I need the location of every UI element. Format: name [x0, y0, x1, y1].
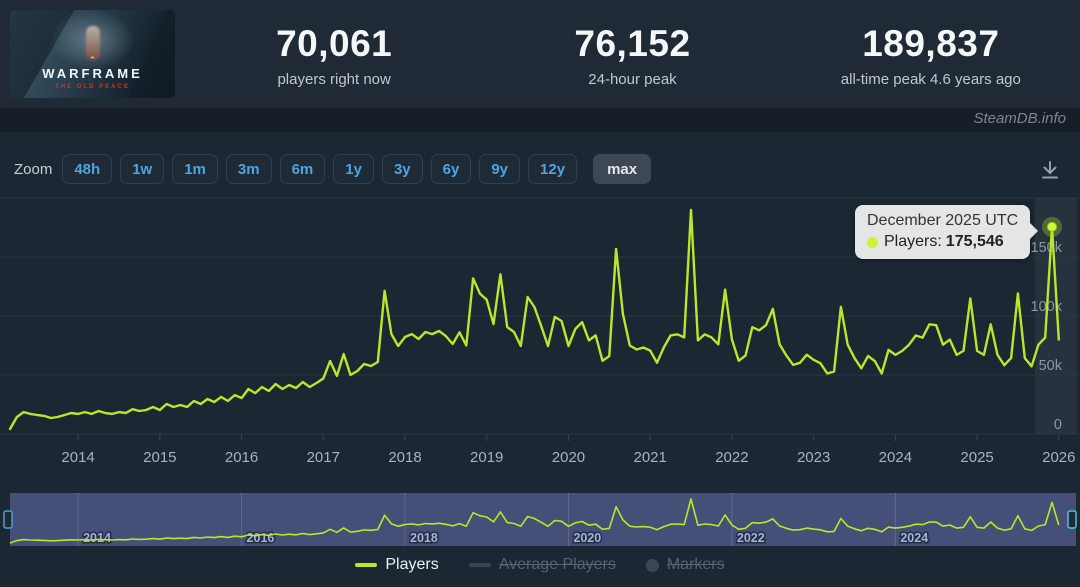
navigator-right-handle[interactable] — [1068, 511, 1076, 528]
series-dot-icon — [867, 237, 878, 248]
navigator-year-label: 2016 — [247, 531, 275, 545]
zoom-option-9y[interactable]: 9y — [479, 154, 520, 184]
player-stats: 70,061 players right now 76,152 24-hour … — [185, 0, 1080, 108]
warframe-logo-icon: ⌃ — [10, 56, 175, 65]
game-capsule-image[interactable]: ⌃ WARFRAME THE OLD PEACE — [10, 10, 175, 98]
zoom-option-1y[interactable]: 1y — [333, 154, 374, 184]
x-axis-label: 2025 — [960, 449, 993, 466]
tooltip-date: December 2025 UTC — [867, 212, 1018, 230]
x-axis-label: 2014 — [61, 449, 94, 466]
app-header: ⌃ WARFRAME THE OLD PEACE 70,061 players … — [0, 0, 1080, 108]
y-axis-label: 50k — [1039, 358, 1063, 374]
legend-line-icon — [355, 563, 377, 567]
steamdb-watermark: SteamDB.info — [973, 110, 1066, 127]
legend-item-markers[interactable]: Markers — [646, 556, 725, 574]
stat-alltime-peak: 189,837 all-time peak 4.6 years ago — [782, 0, 1080, 108]
zoom-option-3m[interactable]: 3m — [226, 154, 272, 184]
navigator-year-label: 2022 — [737, 531, 765, 545]
x-axis-label: 2015 — [143, 449, 176, 466]
zoom-option-6m[interactable]: 6m — [280, 154, 326, 184]
legend-item-players[interactable]: Players — [355, 556, 438, 574]
x-axis-label: 2023 — [797, 449, 830, 466]
stat-label: players right now — [277, 71, 390, 88]
legend-label: Average Players — [499, 556, 616, 574]
game-update-subtitle: THE OLD PEACE — [10, 84, 175, 90]
navigator-year-label: 2018 — [410, 531, 438, 545]
stat-label: all-time peak 4.6 years ago — [841, 71, 1021, 88]
legend-label: Markers — [667, 556, 725, 574]
y-axis-label: 150k — [1031, 240, 1063, 256]
zoom-option-12y[interactable]: 12y — [528, 154, 577, 184]
watermark-strip: SteamDB.info — [0, 108, 1080, 132]
zoom-option-1w[interactable]: 1w — [120, 154, 164, 184]
zoom-option-1m[interactable]: 1m — [172, 154, 218, 184]
chart-range-navigator[interactable]: 2014 2016 2018 2020 2022 2024 — [0, 492, 1080, 548]
x-axis-label: 2019 — [470, 449, 503, 466]
stat-label: 24-hour peak — [588, 71, 676, 88]
x-axis-label: 2022 — [715, 449, 748, 466]
tooltip-series-label: Players: — [884, 233, 942, 251]
legend-label: Players — [385, 556, 438, 574]
zoom-range-selector: Zoom 48h 1w 1m 3m 6m1y 3y 6y9y 12y max — [14, 154, 659, 184]
stat-value: 189,837 — [862, 23, 999, 65]
x-axis-label: 2016 — [225, 449, 258, 466]
zoom-option-6y[interactable]: 6y — [431, 154, 472, 184]
zoom-option-max[interactable]: max — [593, 154, 651, 184]
legend-circle-icon — [646, 559, 659, 572]
zoom-option-48h[interactable]: 48h — [62, 154, 112, 184]
stat-current-players: 70,061 players right now — [185, 0, 483, 108]
x-axis-label: 2018 — [388, 449, 421, 466]
stat-value: 70,061 — [276, 23, 392, 65]
download-icon[interactable] — [1038, 158, 1062, 182]
tooltip-value: 175,546 — [946, 233, 1004, 251]
x-axis-label: 2026 — [1042, 449, 1075, 466]
x-axis-label: 2017 — [307, 449, 340, 466]
zoom-label: Zoom — [14, 161, 52, 178]
x-axis-label: 2021 — [633, 449, 666, 466]
navigator-year-label: 2020 — [573, 531, 601, 545]
navigator-left-handle[interactable] — [4, 511, 12, 528]
x-axis-label: 2024 — [879, 449, 912, 466]
y-axis-label: 0 — [1054, 417, 1062, 433]
x-axis-label: 2020 — [552, 449, 585, 466]
chart-legend: Players Average Players Markers — [0, 556, 1080, 574]
stat-24h-peak: 76,152 24-hour peak — [483, 0, 781, 108]
game-title: WARFRAME — [10, 66, 175, 81]
legend-line-icon — [469, 563, 491, 567]
zoom-option-3y[interactable]: 3y — [382, 154, 423, 184]
navigator-year-label: 2014 — [83, 531, 111, 545]
hovered-point-marker[interactable] — [1048, 222, 1057, 231]
navigator-year-label: 2024 — [900, 531, 928, 545]
chart-tooltip: December 2025 UTC Players: 175,546 — [855, 205, 1030, 259]
tooltip-series-row: Players: 175,546 — [867, 233, 1018, 251]
tooltip-arrow — [1030, 223, 1038, 239]
legend-item-average-players[interactable]: Average Players — [469, 556, 616, 574]
stat-value: 76,152 — [574, 23, 690, 65]
chart-card: Zoom 48h1w1m3m6m1y3y6y9y12ymax 150k100k5… — [0, 132, 1080, 587]
